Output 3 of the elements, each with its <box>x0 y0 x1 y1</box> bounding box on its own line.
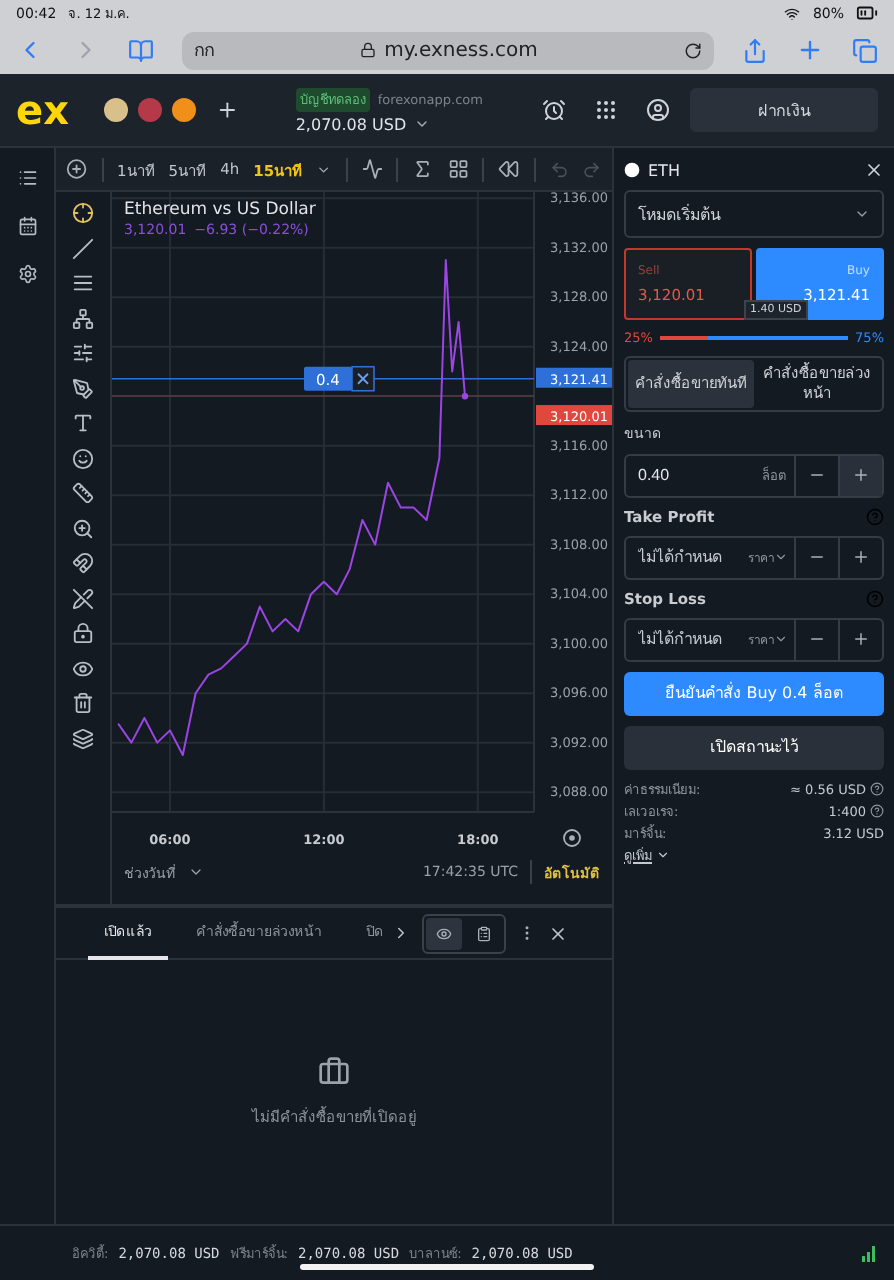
chart-title: Ethereum vs US Dollar <box>124 200 316 220</box>
symbol-name: ETH <box>648 161 680 179</box>
url-text: my.exness.com <box>384 39 538 61</box>
